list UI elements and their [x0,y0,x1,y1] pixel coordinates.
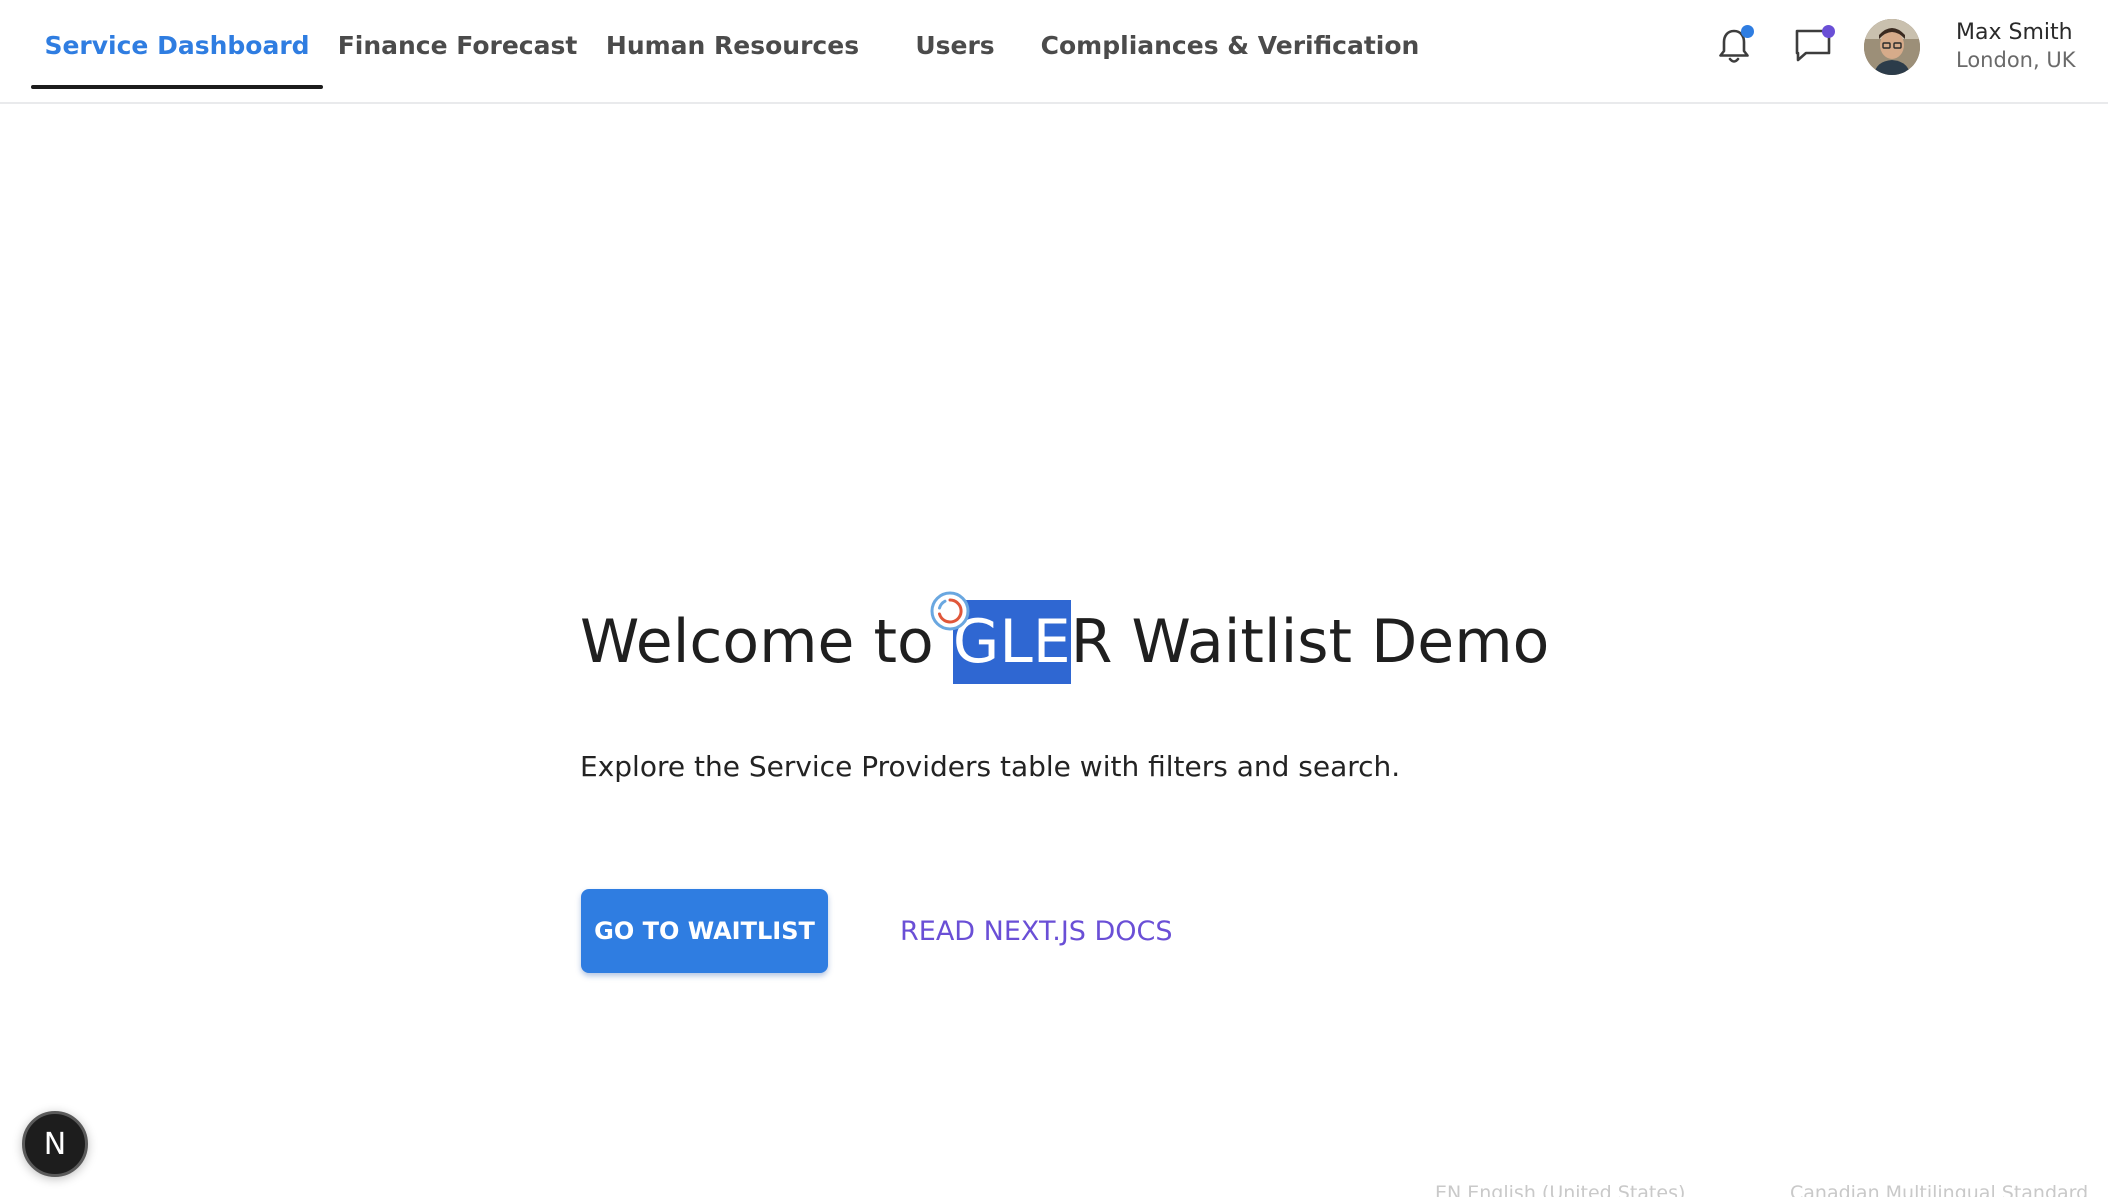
messages-button[interactable] [1792,24,1836,68]
loading-spinner-icon [930,591,970,631]
tab-human-resources[interactable]: Human Resources [600,0,865,90]
read-nextjs-docs-link[interactable]: READ NEXT.JS DOCS [900,889,1173,973]
avatar[interactable] [1864,19,1920,75]
tab-users[interactable]: Users [900,0,1010,90]
notification-dot [1741,25,1754,38]
title-text-after: R Waitlist Demo [1070,607,1550,677]
language-indicator: EN English (United States) [1435,1182,1686,1197]
keyboard-layout-indicator: Canadian Multilingual Standard [1790,1182,2089,1197]
user-location: London, UK [1956,48,2076,72]
user-name: Max Smith [1956,20,2073,45]
top-navigation-bar: Service Dashboard Finance Forecast Human… [0,0,2108,104]
notifications-button[interactable] [1712,24,1756,68]
title-text-before: Welcome to [580,607,953,677]
page: Service Dashboard Finance Forecast Human… [0,0,2108,1197]
user-photo-icon [1864,19,1920,75]
page-title: Welcome to GLE R Waitlist Demo [580,600,1549,684]
tab-finance-forecast[interactable]: Finance Forecast [338,0,578,90]
go-to-waitlist-button[interactable]: GO TO WAITLIST [581,889,828,973]
nextjs-dev-badge[interactable]: N [22,1111,88,1177]
tab-compliances-verification[interactable]: Compliances & Verification [1041,0,1420,90]
message-dot [1822,25,1835,38]
tab-service-dashboard[interactable]: Service Dashboard [31,0,323,90]
nextjs-badge-label: N [43,1126,67,1162]
page-subtitle: Explore the Service Providers table with… [580,750,1401,783]
active-tab-indicator [31,85,323,89]
